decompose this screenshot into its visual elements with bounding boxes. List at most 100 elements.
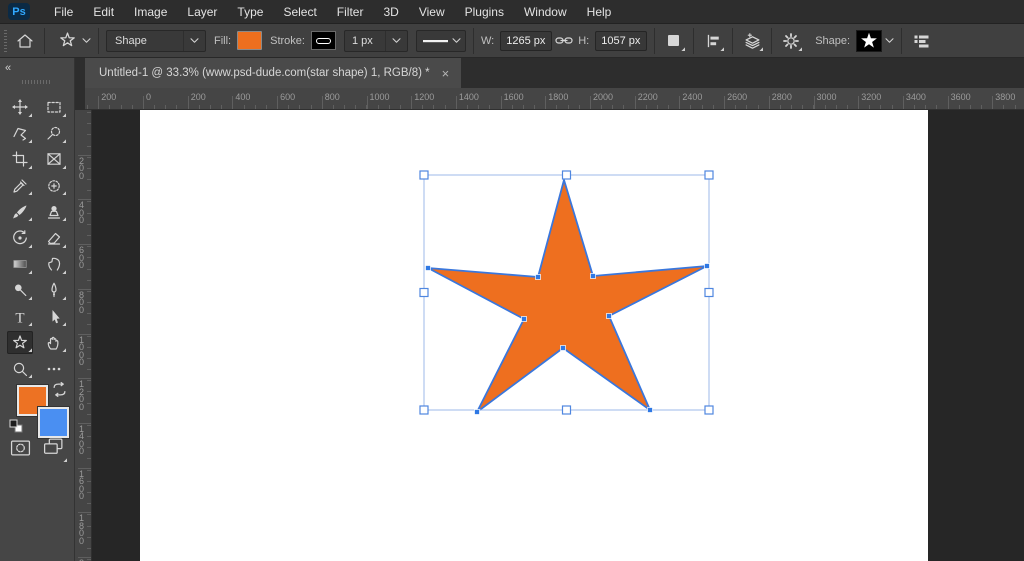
fill-swatch[interactable] (237, 31, 262, 50)
transform-handle[interactable] (705, 406, 713, 414)
brush-tool[interactable] (7, 200, 33, 223)
gradient-tool[interactable] (7, 253, 33, 276)
path-operations-button[interactable] (662, 29, 686, 53)
menu-3d[interactable]: 3D (373, 0, 408, 24)
type-tool-icon: T (12, 309, 28, 325)
shape-preview[interactable] (856, 30, 882, 52)
history-brush-tool[interactable] (7, 227, 33, 250)
path-operations-icon (667, 34, 681, 48)
transform-handle[interactable] (420, 406, 428, 414)
healing-brush-tool-icon (46, 178, 62, 194)
stroke-swatch[interactable] (311, 31, 336, 50)
anchor-point[interactable] (705, 264, 710, 269)
hand-tool[interactable] (41, 331, 67, 354)
lasso-tool[interactable] (7, 122, 33, 145)
eraser-tool-icon (46, 230, 62, 246)
toggle-properties-panel-button[interactable] (909, 29, 933, 53)
eraser-tool[interactable] (41, 227, 67, 250)
collapse-panel-button[interactable]: « (0, 58, 74, 74)
star-shape[interactable] (428, 180, 707, 412)
panel-grip[interactable] (22, 80, 52, 84)
anchor-point[interactable] (475, 410, 480, 415)
link-dimensions-button[interactable] (552, 29, 576, 53)
marquee-tool[interactable] (41, 96, 67, 119)
star-shape-icon (858, 31, 880, 50)
frame-tool[interactable] (41, 148, 67, 171)
edit-toolbar-ellipsis[interactable] (41, 357, 67, 380)
transform-handle[interactable] (563, 406, 571, 414)
menu-file[interactable]: File (44, 0, 83, 24)
home-button[interactable] (13, 29, 37, 53)
star-shape-layer[interactable] (140, 110, 928, 561)
chevron-down-icon[interactable] (82, 37, 91, 44)
default-colors-button[interactable] (9, 419, 24, 439)
anchor-point[interactable] (426, 266, 431, 271)
stroke-width-dropdown[interactable]: 1 px (344, 30, 408, 52)
eyedropper-tool[interactable] (7, 174, 33, 197)
anchor-point[interactable] (536, 275, 541, 280)
anchor-point[interactable] (607, 314, 612, 319)
viewport: 2 0 04 0 06 0 08 0 01 0 0 01 2 0 01 4 0 … (75, 110, 1024, 561)
gear-icon (783, 33, 799, 49)
transform-handle[interactable] (705, 289, 713, 297)
healing-brush-tool[interactable] (41, 174, 67, 197)
move-tool[interactable] (7, 96, 33, 119)
width-input[interactable]: 1265 px (500, 31, 552, 51)
transform-handle[interactable] (420, 171, 428, 179)
chevron-down-icon[interactable] (885, 37, 894, 44)
background-color-swatch[interactable] (38, 407, 69, 438)
quick-selection-tool[interactable] (41, 122, 67, 145)
transform-handle[interactable] (420, 289, 428, 297)
anchor-point[interactable] (648, 408, 653, 413)
transform-handle[interactable] (563, 171, 571, 179)
separator (44, 28, 45, 54)
menu-plugins[interactable]: Plugins (455, 0, 514, 24)
menu-window[interactable]: Window (514, 0, 577, 24)
menu-help[interactable]: Help (577, 0, 622, 24)
swap-colors-button[interactable] (52, 382, 67, 402)
path-arrangement-button[interactable] (740, 29, 764, 53)
options-bar-grip[interactable] (3, 30, 9, 52)
crop-tool[interactable] (7, 148, 33, 171)
separator (98, 28, 99, 54)
anchor-point[interactable] (522, 317, 527, 322)
clone-stamp-tool[interactable] (41, 200, 67, 223)
zoom-tool[interactable] (7, 357, 33, 380)
path-alignment-button[interactable] (701, 29, 725, 53)
close-tab-icon[interactable]: × (442, 67, 450, 80)
menu-view[interactable]: View (409, 0, 455, 24)
type-tool[interactable]: T (7, 305, 33, 328)
photoshop-window: Ps FileEditImageLayerTypeSelectFilter3DV… (0, 0, 1024, 561)
custom-shape-tool[interactable] (7, 331, 33, 354)
default-colors-icon (9, 419, 24, 434)
anchor-point[interactable] (591, 274, 596, 279)
pen-tool[interactable] (41, 279, 67, 302)
smudge-tool[interactable] (41, 253, 67, 276)
vertical-ruler: 2 0 04 0 06 0 08 0 01 0 0 01 2 0 01 4 0 … (75, 110, 92, 561)
height-input[interactable]: 1057 px (595, 31, 647, 51)
custom-shape-tool-button[interactable] (52, 29, 82, 53)
shape-settings-button[interactable] (779, 29, 803, 53)
frame-tool-icon (46, 151, 62, 167)
screen-mode-button[interactable] (42, 437, 65, 461)
link-icon (555, 35, 573, 46)
tool-mode-dropdown[interactable]: Shape (106, 30, 206, 52)
path-selection-tool[interactable] (41, 305, 67, 328)
anchor-point[interactable] (561, 346, 566, 351)
menu-layer[interactable]: Layer (177, 0, 227, 24)
svg-text:T: T (15, 310, 24, 325)
menu-select[interactable]: Select (273, 0, 326, 24)
stroke-type-dropdown[interactable] (416, 30, 466, 52)
menu-edit[interactable]: Edit (83, 0, 124, 24)
transform-handle[interactable] (705, 171, 713, 179)
document-tab[interactable]: Untitled-1 @ 33.3% (www.psd-dude.com(sta… (85, 58, 461, 88)
menu-filter[interactable]: Filter (327, 0, 374, 24)
stroke-color-preview (316, 38, 331, 44)
quick-mask-button[interactable] (10, 439, 31, 462)
smudge-tool-icon (46, 256, 62, 272)
document-tab-bar: Untitled-1 @ 33.3% (www.psd-dude.com(sta… (75, 58, 1024, 88)
menu-type[interactable]: Type (227, 0, 273, 24)
menu-image[interactable]: Image (124, 0, 177, 24)
dodge-tool[interactable] (7, 279, 33, 302)
canvas[interactable] (140, 110, 928, 561)
